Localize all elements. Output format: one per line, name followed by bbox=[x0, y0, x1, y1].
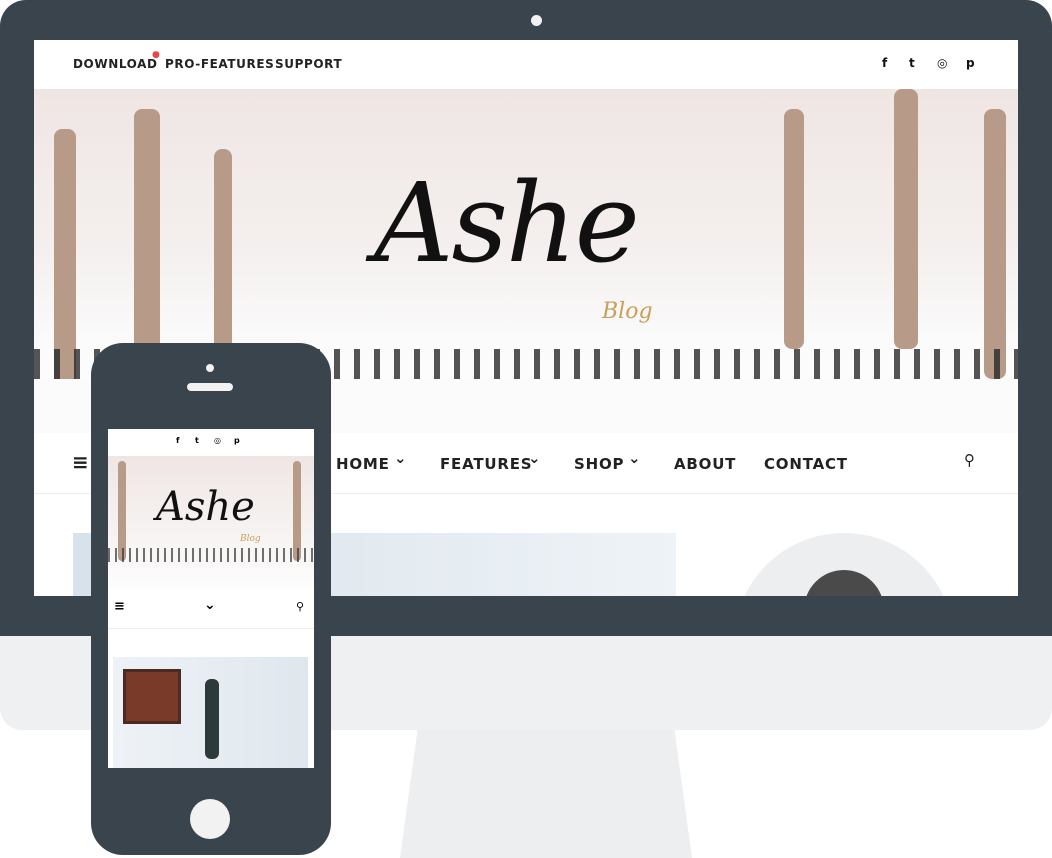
tree bbox=[784, 109, 804, 349]
chevron-down-icon: ⌄ bbox=[528, 449, 542, 467]
mobile-hero-image: Ashe Blog bbox=[108, 456, 314, 588]
tree bbox=[134, 109, 160, 379]
nav-home[interactable]: HOME bbox=[336, 455, 390, 473]
pinterest-icon[interactable]: p bbox=[234, 436, 240, 445]
mobile-site-logo[interactable]: Ashe bbox=[156, 484, 255, 530]
divider bbox=[108, 628, 314, 629]
phone-screen: f t ◎ p Ashe Blog ≡ ⌄ ⚲ bbox=[108, 429, 314, 768]
new-badge-dot: ● bbox=[152, 50, 160, 60]
site-logo[interactable]: Ashe bbox=[374, 159, 640, 287]
tree bbox=[293, 461, 301, 561]
tree bbox=[984, 109, 1006, 379]
search-icon[interactable]: ⚲ bbox=[964, 451, 976, 469]
support-link[interactable]: SUPPORT bbox=[275, 57, 342, 71]
phone-speaker bbox=[187, 383, 233, 391]
twitter-icon[interactable]: t bbox=[909, 56, 915, 70]
pinterest-icon[interactable]: p bbox=[966, 56, 975, 70]
chevron-down-icon: ⌄ bbox=[394, 449, 408, 467]
instagram-icon[interactable]: ◎ bbox=[937, 56, 947, 70]
phone-camera bbox=[206, 364, 214, 372]
instagram-icon[interactable]: ◎ bbox=[214, 436, 221, 445]
monitor-stand bbox=[400, 730, 692, 858]
mobile-post-image[interactable] bbox=[113, 657, 308, 768]
tree bbox=[894, 89, 918, 349]
tree bbox=[214, 149, 232, 369]
search-icon[interactable]: ⚲ bbox=[296, 600, 304, 613]
pro-features-link[interactable]: PRO-FEATURES bbox=[165, 57, 274, 71]
park-fence bbox=[108, 548, 314, 562]
nav-contact[interactable]: CONTACT bbox=[764, 455, 848, 473]
woman-figure bbox=[205, 679, 219, 759]
menu-icon[interactable]: ≡ bbox=[114, 599, 125, 614]
tree bbox=[118, 461, 126, 561]
monitor-camera bbox=[531, 15, 542, 26]
top-bar: DOWNLOAD ● PRO-FEATURES SUPPORT f t ◎ p bbox=[34, 40, 1018, 89]
phone-frame: f t ◎ p Ashe Blog ≡ ⌄ ⚲ bbox=[91, 343, 331, 855]
phone-home-button bbox=[190, 799, 230, 839]
facebook-icon[interactable]: f bbox=[882, 56, 887, 70]
facebook-icon[interactable]: f bbox=[176, 436, 179, 445]
site-logo-sub: Blog bbox=[602, 299, 653, 324]
nav-features[interactable]: FEATURES bbox=[440, 455, 532, 473]
download-link[interactable]: DOWNLOAD bbox=[73, 57, 158, 71]
window-shutter bbox=[123, 669, 181, 724]
menu-icon[interactable]: ≡ bbox=[72, 450, 90, 474]
nav-shop[interactable]: SHOP bbox=[574, 455, 624, 473]
chevron-down-icon: ⌄ bbox=[628, 449, 642, 467]
nav-about[interactable]: ABOUT bbox=[674, 455, 736, 473]
mobile-site-logo-sub: Blog bbox=[240, 534, 261, 544]
twitter-icon[interactable]: t bbox=[195, 436, 199, 445]
chevron-down-icon[interactable]: ⌄ bbox=[204, 597, 216, 613]
